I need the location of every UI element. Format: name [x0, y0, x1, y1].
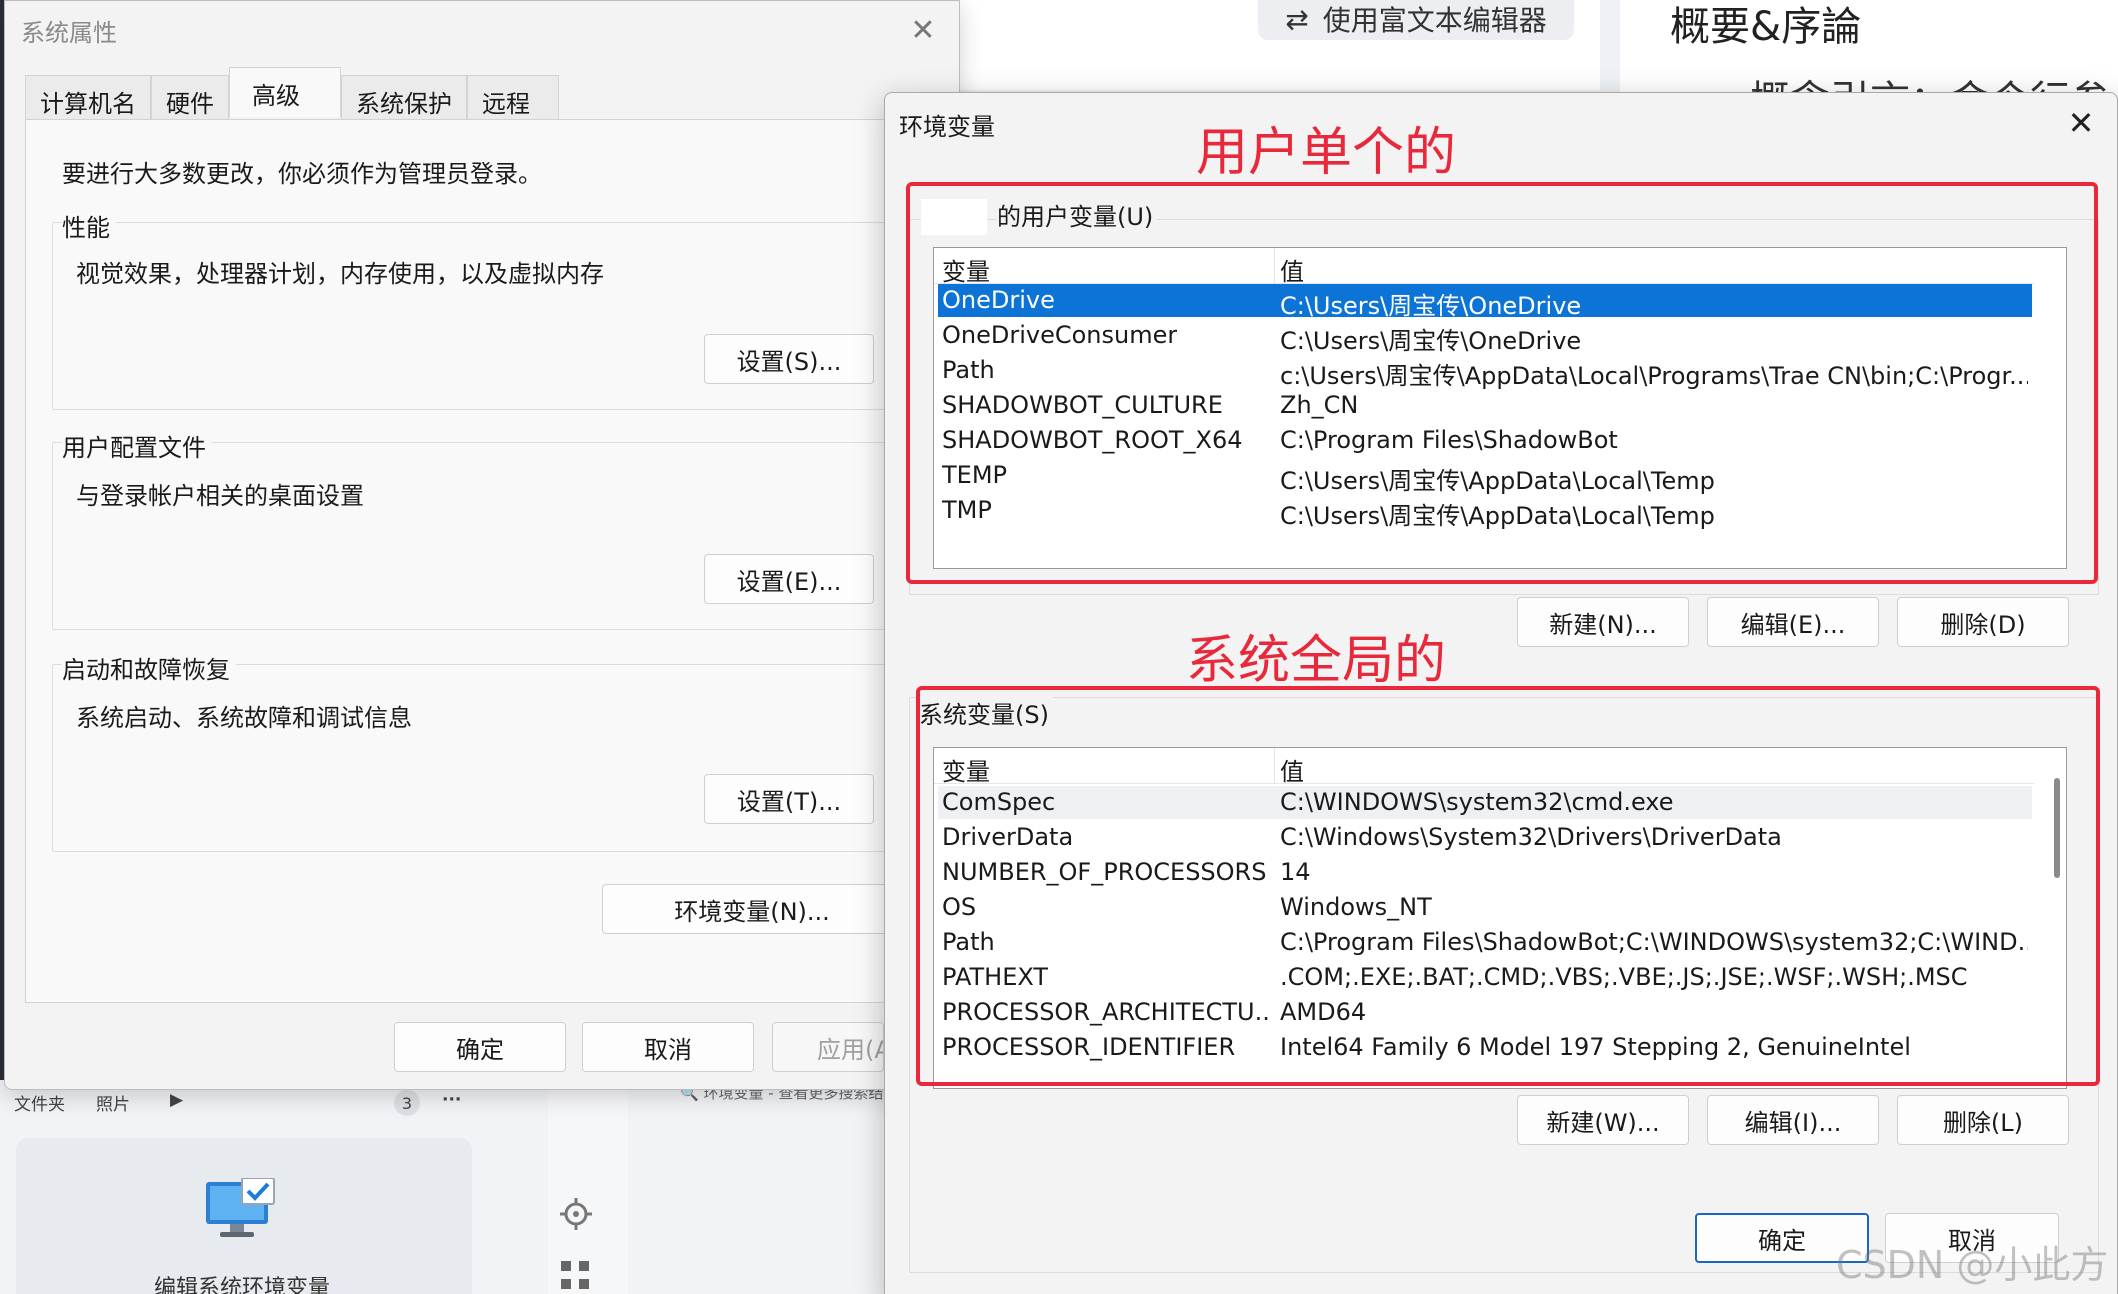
sysprops-ok-button[interactable]: 确定	[394, 1022, 566, 1072]
filter-tab-folders[interactable]: 文件夹	[14, 1090, 65, 1115]
annotation-system-box	[916, 686, 2100, 1086]
startup-recovery-desc: 系统启动、系统故障和调试信息	[76, 704, 412, 732]
system-new-button[interactable]: 新建(W)...	[1517, 1095, 1689, 1145]
watermark: CSDN @小此方	[1836, 1243, 2109, 1287]
best-match-label: 编辑系统环境变量	[154, 1276, 331, 1294]
rich-text-editor-button[interactable]: ⇄ 使用富文本编辑器	[1258, 0, 1574, 40]
env-dialog-title: 环境变量	[899, 113, 995, 141]
annotation-user-label: 用户单个的	[1196, 123, 1457, 183]
performance-desc: 视觉效果，处理器计划，内存使用，以及虚拟内存	[76, 260, 604, 288]
more-icon[interactable]: ···	[442, 1090, 461, 1110]
dialog-title: 系统属性	[21, 19, 117, 47]
user-profile-title: 用户配置文件	[62, 428, 212, 463]
sysprops-apply-button[interactable]: 应用(A)	[772, 1022, 884, 1072]
environment-variables-button[interactable]: 环境变量(N)...	[602, 884, 902, 934]
annotation-system-label: 系统全局的	[1186, 631, 1447, 691]
tab-advanced[interactable]: 高级	[229, 67, 341, 117]
target-icon[interactable]	[558, 1196, 594, 1232]
system-delete-button[interactable]: 删除(L)	[1897, 1095, 2069, 1145]
startup-recovery-settings-button[interactable]: 设置(T)...	[704, 774, 874, 824]
tab-computer-name[interactable]: 计算机名	[25, 75, 151, 119]
user-profile-settings-button[interactable]: 设置(E)...	[704, 554, 874, 604]
rich-text-editor-label: 使用富文本编辑器	[1322, 4, 1547, 37]
user-delete-button[interactable]: 删除(D)	[1897, 597, 2069, 647]
system-edit-button[interactable]: 编辑(I)...	[1707, 1095, 1879, 1145]
close-icon[interactable]: ✕	[2061, 103, 2101, 143]
outline-heading: 概要&序論	[1670, 4, 1862, 50]
user-new-button[interactable]: 新建(N)...	[1517, 597, 1689, 647]
swap-icon: ⇄	[1285, 2, 1309, 36]
startup-recovery-title: 启动和故障恢复	[62, 650, 236, 685]
performance-title: 性能	[62, 208, 116, 243]
tab-bar: 计算机名 硬件 高级 系统保护 远程	[25, 67, 559, 119]
admin-note: 要进行大多数更改，你必须作为管理员登录。	[62, 160, 542, 188]
performance-settings-button[interactable]: 设置(S)...	[704, 334, 874, 384]
play-icon[interactable]: ▶	[170, 1090, 183, 1110]
annotation-user-box	[906, 182, 2098, 584]
tab-system-protection[interactable]: 系统保护	[341, 75, 467, 119]
filter-tab-photos[interactable]: 照片	[96, 1090, 130, 1115]
monitor-check-icon	[206, 1178, 275, 1237]
user-profile-desc: 与登录帐户相关的桌面设置	[76, 482, 364, 510]
result-count-badge: 3	[394, 1090, 420, 1116]
tab-remote[interactable]: 远程	[467, 75, 559, 119]
sysprops-cancel-button[interactable]: 取消	[582, 1022, 754, 1072]
side-toolbar	[548, 1090, 628, 1294]
user-edit-button[interactable]: 编辑(E)...	[1707, 597, 1879, 647]
tab-hardware[interactable]: 硬件	[151, 75, 229, 119]
close-icon[interactable]: ✕	[903, 11, 943, 51]
grid-icon[interactable]	[558, 1258, 592, 1292]
